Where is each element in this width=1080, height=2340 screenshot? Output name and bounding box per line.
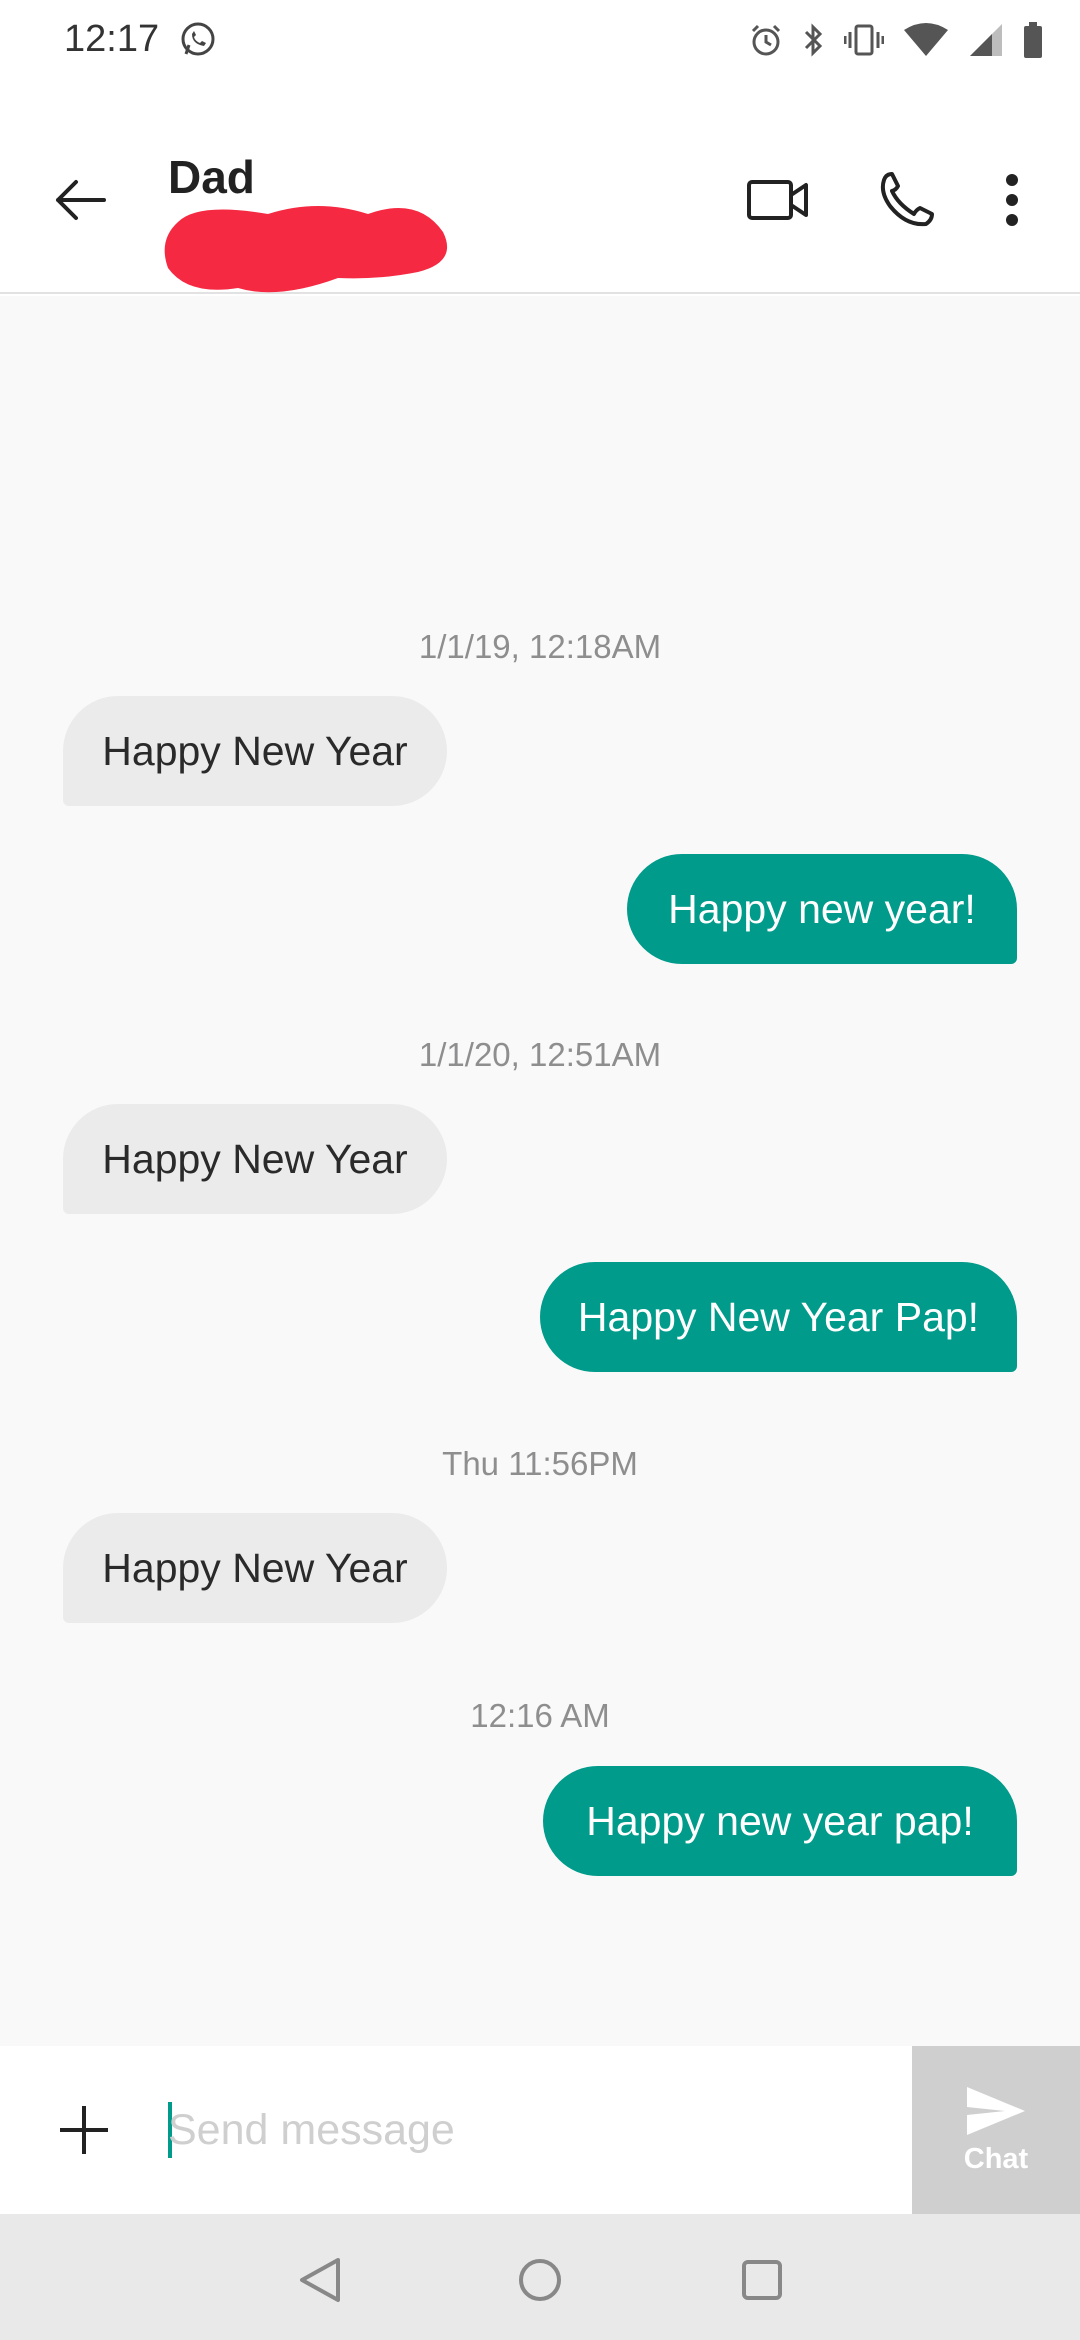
send-icon — [967, 2086, 1025, 2135]
whatsapp-icon — [181, 22, 215, 56]
message-input[interactable] — [168, 2090, 888, 2170]
status-time: 12:17 — [64, 18, 160, 60]
incoming-message[interactable]: Happy New Year — [63, 1104, 447, 1214]
incoming-message[interactable]: Happy New Year — [63, 1513, 447, 1623]
outgoing-message[interactable]: Happy New Year Pap! — [540, 1262, 1017, 1372]
timestamp: 1/1/20, 12:51AM — [418, 1036, 662, 1073]
outgoing-message[interactable]: Happy new year! — [627, 854, 1017, 964]
app-bar: Dad — [0, 80, 1080, 294]
more-vert-icon — [1006, 174, 1018, 226]
outgoing-message[interactable]: Happy new year pap! — [543, 1766, 1017, 1876]
conversation-thread[interactable]: 1/1/19, 12:18AM Happy New Year Happy new… — [0, 296, 1080, 2046]
timestamp: Thu 11:56PM — [442, 1445, 638, 1482]
send-button[interactable]: Chat — [912, 2046, 1080, 2214]
status-bar: 12:17 — [0, 0, 1080, 80]
back-button[interactable] — [40, 160, 120, 240]
circle-home-icon — [519, 2259, 561, 2301]
add-attachment-button[interactable] — [44, 2090, 124, 2170]
signal-icon — [970, 24, 1002, 56]
triangle-back-icon — [300, 2258, 340, 2302]
message-composer: Chat — [0, 2046, 1080, 2214]
navigation-bar — [0, 2214, 1080, 2340]
phone-icon — [880, 172, 934, 227]
phone-call-button[interactable] — [866, 160, 946, 240]
vibrate-icon — [844, 24, 884, 56]
redaction-scribble — [164, 206, 448, 293]
timestamp: 1/1/19, 12:18AM — [418, 628, 662, 665]
bluetooth-icon — [804, 23, 823, 57]
video-call-button[interactable] — [738, 160, 818, 240]
nav-back-button[interactable] — [280, 2240, 360, 2320]
video-call-icon — [747, 180, 808, 220]
battery-icon — [1024, 22, 1042, 58]
nav-recents-button[interactable] — [722, 2240, 802, 2320]
alarm-icon — [751, 24, 781, 56]
square-recents-icon — [742, 2260, 782, 2300]
plus-icon — [60, 2106, 108, 2154]
arrow-back-icon — [56, 180, 106, 220]
nav-home-button[interactable] — [500, 2240, 580, 2320]
timestamp: 12:16 AM — [470, 1697, 610, 1734]
wifi-icon — [904, 23, 948, 56]
more-options-button[interactable] — [972, 160, 1052, 240]
incoming-message[interactable]: Happy New Year — [63, 696, 447, 806]
send-button-label: Chat — [963, 2142, 1029, 2175]
